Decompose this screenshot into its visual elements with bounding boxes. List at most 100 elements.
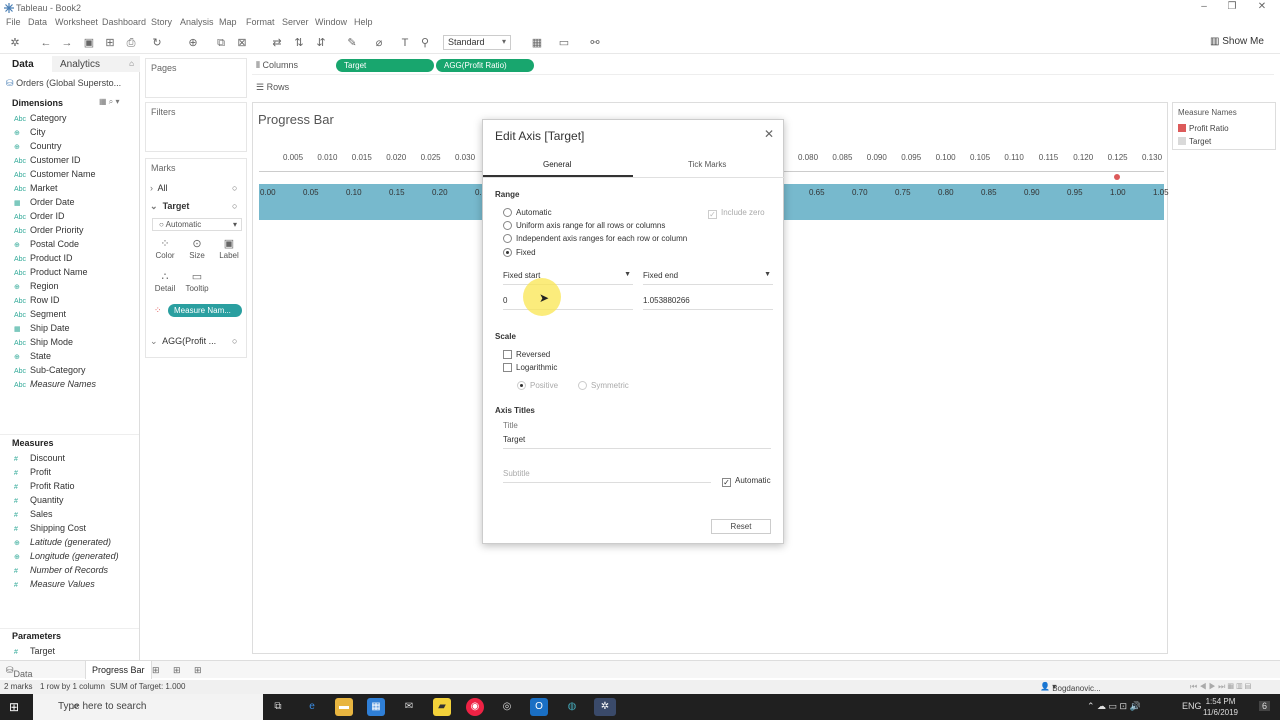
pause-updates-icon[interactable]: ⎙ [124, 36, 138, 50]
mail-icon[interactable]: ✉ [400, 698, 418, 716]
fixed-end-input[interactable]: 1.053880266 [643, 296, 773, 310]
measure-item[interactable]: # Shipping Cost [14, 523, 86, 533]
store-icon[interactable]: ▦ [367, 698, 385, 716]
close-icon[interactable]: ✕ [764, 127, 774, 141]
menu-format[interactable]: Format [246, 17, 275, 27]
taskbar-search[interactable]: ⌕ Type here to search [33, 694, 263, 720]
radio-fixed[interactable]: Fixed [503, 248, 536, 257]
view-options-icon[interactable]: ▦ ⌕ ▾ [99, 97, 120, 107]
dimension-item[interactable]: Abc Sub-Category [14, 365, 86, 375]
marks-target-row[interactable]: ⌄ Target [150, 201, 189, 212]
fixed-end-dropdown[interactable]: Fixed end ▼ [643, 271, 773, 285]
group-icon[interactable]: ⌀ [372, 36, 386, 50]
profit-ratio-pill[interactable]: AGG(Profit Ratio) [436, 59, 534, 72]
windows-start-icon[interactable]: ⊞ [9, 700, 19, 714]
swap-icon[interactable]: ⇄ [270, 36, 284, 50]
dimension-item[interactable]: Abc Customer Name [14, 169, 96, 179]
measure-item[interactable]: # Measure Values [14, 579, 95, 589]
clock[interactable]: 1:54 PM 11/6/2019 [1203, 696, 1238, 718]
dimension-item[interactable]: ⊕ Postal Code [14, 239, 79, 249]
chrome-icon[interactable]: ◉ [466, 698, 484, 716]
menu-worksheet[interactable]: Worksheet [55, 17, 98, 27]
legend-item[interactable]: Target [1178, 137, 1211, 146]
include-zero-checkbox[interactable]: ✓ Include zero [708, 208, 765, 219]
automatic-checkbox[interactable]: ✓ Automatic [722, 476, 771, 487]
measure-item[interactable]: # Profit Ratio [14, 481, 75, 491]
clear-sheet-icon[interactable]: ⊠ [235, 36, 249, 50]
restore-icon[interactable]: ❐ [1224, 1, 1240, 12]
user-menu[interactable]: 👤 Bogdanovic... ▾ [1040, 682, 1101, 693]
reversed-checkbox[interactable]: Reversed [503, 350, 550, 359]
new-data-source-icon[interactable]: ⊞ [103, 36, 117, 50]
dimension-item[interactable]: Abc Measure Names [14, 379, 96, 389]
detail-button[interactable]: ∴ Detail [151, 271, 179, 299]
labels-icon[interactable]: T [398, 36, 412, 50]
menu-story[interactable]: Story [151, 17, 172, 27]
edge-icon[interactable]: e [303, 698, 321, 716]
dimension-item[interactable]: ⊕ Country [14, 141, 62, 151]
dimension-item[interactable]: Abc Order Priority [14, 225, 84, 235]
pin-pane-icon[interactable]: ⌂ [129, 59, 134, 68]
menu-window[interactable]: Window [315, 17, 347, 27]
dimension-item[interactable]: ⊕ State [14, 351, 51, 361]
dimension-item[interactable]: Abc Product Name [14, 267, 88, 277]
sheet-tab-progress-bar[interactable]: Progress Bar [85, 661, 152, 679]
dimension-item[interactable]: ▦ Ship Date [14, 323, 70, 333]
app-icon[interactable]: ◎ [498, 698, 516, 716]
fixed-start-dropdown[interactable]: Fixed start ▼ [503, 271, 633, 285]
tray-icons[interactable]: ⌃ ☁ ▭ ⊡ 🔊 [1087, 701, 1141, 712]
refresh-icon[interactable]: ↻ [150, 36, 164, 50]
dimension-item[interactable]: Abc Ship Mode [14, 337, 73, 347]
pin-icon[interactable]: ⚲ [418, 36, 432, 50]
parameter-item[interactable]: # Target [14, 646, 55, 656]
dimension-item[interactable]: Abc Segment [14, 309, 66, 319]
presentation-mode-icon[interactable]: ▭ [557, 36, 571, 50]
dimension-item[interactable]: ▦ Order Date [14, 197, 75, 207]
share-icon[interactable]: ⚯ [588, 36, 602, 50]
close-window-icon[interactable]: ✕ [1254, 1, 1270, 12]
tooltip-button[interactable]: ▭ Tooltip [183, 271, 211, 299]
dimension-item[interactable]: Abc Product ID [14, 253, 73, 263]
data-source-item[interactable]: ⛁ Orders (Global Supersto... [0, 76, 140, 92]
tableau-taskbar-icon[interactable]: ✲ [594, 698, 616, 716]
notifications-icon[interactable]: 6 [1259, 701, 1271, 711]
sort-descending-icon[interactable]: ⇵ [314, 36, 328, 50]
dimension-item[interactable]: Abc Category [14, 113, 67, 123]
marks-agg-row[interactable]: ⌄ AGG(Profit ... [150, 336, 216, 347]
measure-item[interactable]: # Number of Records [14, 565, 108, 575]
dimension-item[interactable]: Abc Customer ID [14, 155, 81, 165]
file-explorer-icon[interactable]: ▬ [335, 698, 353, 716]
measure-names-pill[interactable]: Measure Nam... [168, 304, 242, 317]
redo-icon[interactable]: → [60, 36, 74, 50]
menu-server[interactable]: Server [282, 17, 309, 27]
measure-item[interactable]: # Sales [14, 509, 53, 519]
sheet-nav-icons[interactable]: ⏮ ◀ ▶ ⏭ ▦ ▥ ▤ [1190, 682, 1251, 692]
legend-item[interactable]: Profit Ratio [1178, 124, 1229, 133]
cards-icon[interactable]: ▦ [530, 36, 544, 50]
highlight-icon[interactable]: ✎ [345, 36, 359, 50]
new-worksheet-icon[interactable]: ⊕ [186, 36, 200, 50]
dimension-item[interactable]: ⊕ Region [14, 281, 59, 291]
app-icon[interactable]: ◍ [563, 698, 581, 716]
sort-ascending-icon[interactable]: ⇅ [292, 36, 306, 50]
sticky-notes-icon[interactable]: ▰ [433, 698, 451, 716]
dimension-item[interactable]: Abc Order ID [14, 211, 65, 221]
size-button[interactable]: ⊙ Size [183, 238, 211, 266]
measure-item[interactable]: # Quantity [14, 495, 64, 505]
radio-positive[interactable]: Positive [517, 381, 558, 390]
radio-symmetric[interactable]: Symmetric [578, 381, 629, 390]
color-button[interactable]: ⁘ Color [151, 238, 179, 266]
label-button[interactable]: ▣ Label [215, 238, 243, 266]
dimension-item[interactable]: Abc Market [14, 183, 58, 193]
measure-item[interactable]: ⊕ Latitude (generated) [14, 537, 111, 547]
color-legend[interactable]: Measure Names Profit Ratio Target [1172, 102, 1276, 150]
radio-automatic[interactable]: Automatic [503, 208, 552, 217]
save-icon[interactable]: ▣ [82, 36, 96, 50]
undo-icon[interactable]: ← [39, 36, 53, 50]
measure-item[interactable]: # Discount [14, 453, 65, 463]
target-pill[interactable]: Target [336, 59, 434, 72]
mark-type-select[interactable]: ○ Automatic ▾ [152, 218, 242, 231]
language-indicator[interactable]: ENG [1182, 701, 1202, 711]
tab-general[interactable]: General [543, 160, 571, 169]
logarithmic-checkbox[interactable]: Logarithmic [503, 363, 557, 372]
